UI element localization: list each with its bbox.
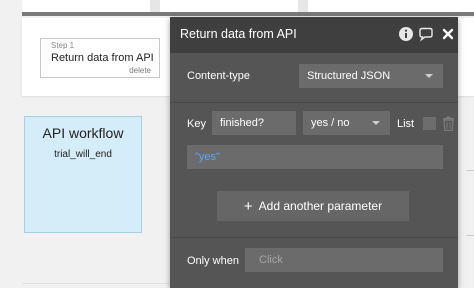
add-parameter-label: Add another parameter (258, 199, 383, 213)
section-divider (170, 237, 458, 238)
canvas-gap (298, 0, 308, 12)
plus-icon: + (243, 198, 253, 215)
canvas-gap (150, 0, 160, 12)
step-1-card[interactable]: Step 1 Return data from API delete (40, 38, 160, 78)
event-title: API workflow (42, 125, 124, 141)
content-type-dropdown[interactable]: Structured JSON (299, 64, 443, 88)
parameter-value-input[interactable]: "yes" (187, 145, 443, 169)
step-title: Return data from API (51, 52, 154, 64)
add-parameter-button[interactable]: + Add another parameter (217, 191, 409, 221)
only-when-placeholder: Click (259, 254, 283, 266)
chevron-down-icon (425, 74, 433, 78)
only-when-label: Only when (187, 255, 239, 267)
content-type-value: Structured JSON (307, 70, 391, 82)
close-icon[interactable] (440, 26, 456, 42)
list-checkbox[interactable] (423, 117, 436, 130)
workflow-canvas-top (22, 0, 474, 16)
content-type-label: Content-type (187, 70, 250, 82)
canvas-divider (22, 12, 474, 16)
step-number: Step 1 (51, 41, 75, 50)
property-editor-header[interactable]: Return data from API (170, 17, 458, 53)
key-input-value: finished? (220, 117, 265, 129)
only-when-condition-input[interactable]: Click (245, 248, 443, 272)
property-editor-title: Return data from API (180, 27, 297, 41)
parameter-type-value: yes / no (311, 117, 350, 129)
section-divider (170, 102, 458, 103)
canvas-connector (466, 235, 474, 236)
key-label: Key (187, 118, 206, 130)
info-icon[interactable] (398, 26, 414, 42)
step-delete-link[interactable]: delete (129, 66, 151, 75)
chevron-down-icon (372, 121, 380, 125)
property-editor-popup: Return data from API Content-type Struct… (170, 17, 458, 288)
event-name: trial_will_end (54, 149, 112, 160)
parameter-value-text: "yes" (195, 151, 220, 163)
key-input[interactable]: finished? (212, 111, 296, 135)
canvas-connector (466, 170, 474, 171)
parameter-type-dropdown[interactable]: yes / no (303, 111, 390, 135)
comment-icon[interactable] (418, 26, 434, 42)
api-workflow-event-card[interactable]: API workflow trial_will_end (24, 116, 142, 233)
canvas-divider (22, 283, 172, 284)
trash-icon[interactable] (442, 116, 455, 131)
list-label: List (397, 118, 415, 130)
